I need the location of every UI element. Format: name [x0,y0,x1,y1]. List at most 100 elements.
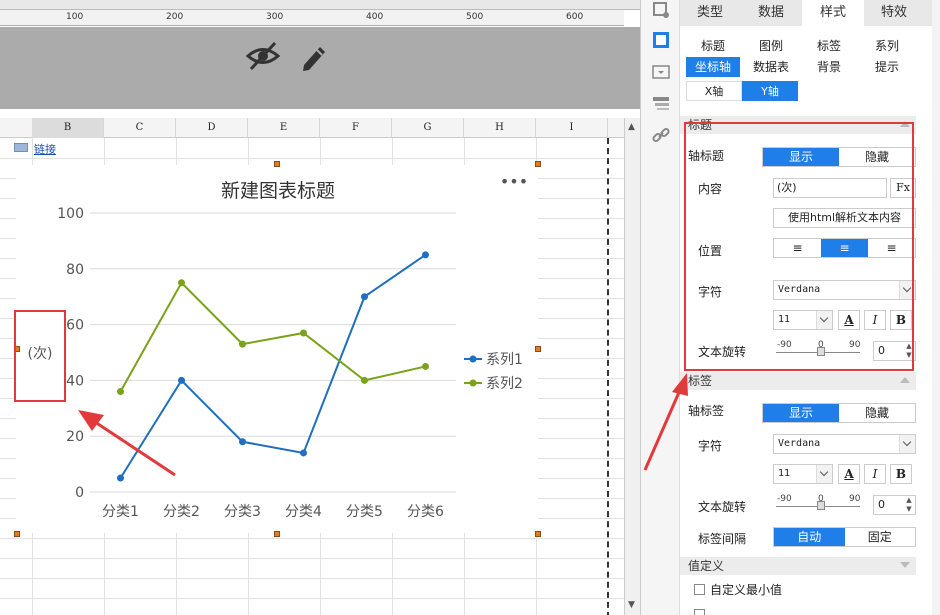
tab-effects[interactable]: 特效 [864,0,924,26]
main-tab-bar: 类型 数据 样式 特效 [680,0,932,26]
rotate-value: 0 [878,344,885,357]
x-tick-label: 分类4 [285,504,322,520]
bold-button[interactable]: B [890,310,912,330]
font-size-select[interactable]: 11 [773,310,833,330]
resize-handle[interactable] [274,531,280,537]
formula-button[interactable]: Fx [890,178,916,198]
collapse-icon[interactable] [900,377,910,383]
label-section-header[interactable]: 标签 [680,372,916,390]
resize-handle[interactable] [14,346,20,352]
vertical-scrollbar[interactable]: ▲ ▼ [624,118,640,615]
hide-option[interactable]: 隐藏 [839,148,915,166]
column-header[interactable]: G [392,118,464,138]
interval-toggle[interactable]: 自动 固定 [773,527,916,547]
column-header[interactable]: B [32,118,104,138]
tab-data[interactable]: 数据 [740,0,802,26]
rotate-spinbox[interactable]: 0 ▲ ▼ [873,495,916,515]
chart-style-icon[interactable] [651,30,671,50]
axis-title-label: 轴标题 [688,149,725,163]
y-axis-title[interactable]: (次) [28,346,53,362]
widget-icon[interactable] [651,62,671,82]
auto-option[interactable]: 自动 [774,528,845,546]
chart-type-icon[interactable] [651,0,671,20]
bold-button[interactable]: B [890,464,912,484]
spin-arrows-icon[interactable]: ▲ ▼ [903,496,915,514]
align-right-icon[interactable]: ≡ [868,239,915,257]
rotate-value: 0 [878,498,885,511]
subtab-datasheet[interactable]: 数据表 [744,57,798,77]
toolbar-strip [0,0,640,10]
column-header[interactable]: F [320,118,392,138]
chevron-down-icon[interactable] [899,435,915,453]
subtab-background[interactable]: 背景 [802,57,856,77]
tab-style[interactable]: 样式 [802,0,864,26]
tab-type[interactable]: 类型 [680,0,740,26]
custom-max-checkbox[interactable] [694,609,705,615]
custom-min-checkbox[interactable] [694,584,705,595]
subtab-axis[interactable]: 坐标轴 [686,57,740,77]
text-color-icon[interactable]: A [838,464,860,484]
ruler-mark: 200 [166,12,184,22]
scroll-down-icon[interactable]: ▼ [628,600,635,610]
font-select[interactable]: Verdana [773,280,916,300]
html-parse-button[interactable]: 使用html解析文本内容 [773,208,916,228]
subtab-label[interactable]: 标签 [802,36,856,56]
subtab-series[interactable]: 系列 [860,36,914,56]
resize-handle[interactable] [535,346,541,352]
fixed-option[interactable]: 固定 [845,528,916,546]
italic-button[interactable]: I [864,310,886,330]
column-header[interactable]: H [464,118,536,138]
x-tick-label: 分类5 [346,504,383,520]
slider-thumb[interactable] [817,501,825,510]
y-axis-button[interactable]: Y轴 [742,81,798,101]
chevron-down-icon[interactable] [816,465,832,483]
resize-handle[interactable] [14,531,20,537]
italic-button[interactable]: I [864,464,886,484]
column-header[interactable]: E [248,118,320,138]
column-header[interactable]: D [176,118,248,138]
subtab-legend[interactable]: 图例 [744,36,798,56]
resize-handle[interactable] [274,161,280,167]
font-select[interactable]: Verdana [773,434,916,454]
panel-scrollbar[interactable] [932,0,940,615]
resize-handle[interactable] [535,161,541,167]
value-section-header[interactable]: 值定义 [680,557,916,575]
spin-arrows-icon[interactable]: ▲ ▼ [903,342,915,360]
show-option[interactable]: 显示 [763,148,839,166]
link-chain-icon[interactable] [651,125,671,145]
more-dots-icon[interactable]: ••• [500,172,528,191]
scroll-up-icon[interactable]: ▲ [628,122,635,132]
x-axis-button[interactable]: X轴 [686,81,742,101]
x-tick-label: 分类2 [163,504,200,520]
resize-handle[interactable] [535,531,541,537]
collapse-icon[interactable] [900,121,910,127]
rotate-spinbox[interactable]: 0 ▲ ▼ [873,341,916,361]
data-point [239,438,246,446]
font-size-select[interactable]: 11 [773,464,833,484]
chevron-down-icon[interactable] [816,311,832,329]
link-cell[interactable]: 链接 [34,141,56,157]
legend-marker [469,379,477,387]
show-option[interactable]: 显示 [763,404,839,422]
subtab-title[interactable]: 标题 [686,36,740,56]
position-toggle[interactable]: ≡ ≡ ≡ [773,238,916,258]
align-center-icon[interactable]: ≡ [821,239,868,257]
content-input[interactable]: (次) [773,178,887,198]
hyperlink-dropdown-icon[interactable] [14,143,28,152]
axis-title-toggle[interactable]: 显示 隐藏 [762,147,916,167]
axis-label-toggle[interactable]: 显示 隐藏 [762,403,916,423]
subtab-tooltip[interactable]: 提示 [860,57,914,77]
collapse-icon[interactable] [900,562,910,568]
align-left-icon[interactable]: ≡ [774,239,821,257]
hide-option[interactable]: 隐藏 [839,404,915,422]
column-header[interactable]: I [536,118,608,138]
chart-title[interactable]: 新建图表标题 [221,180,335,202]
hide-eye-icon[interactable] [245,41,281,71]
chevron-down-icon[interactable] [899,281,915,299]
layers-icon[interactable] [651,93,671,113]
title-section-header[interactable]: 标题 [680,116,916,134]
slider-thumb[interactable] [817,347,825,356]
edit-pencil-icon[interactable] [298,41,328,73]
text-color-icon[interactable]: A [838,310,860,330]
column-header[interactable]: C [104,118,176,138]
